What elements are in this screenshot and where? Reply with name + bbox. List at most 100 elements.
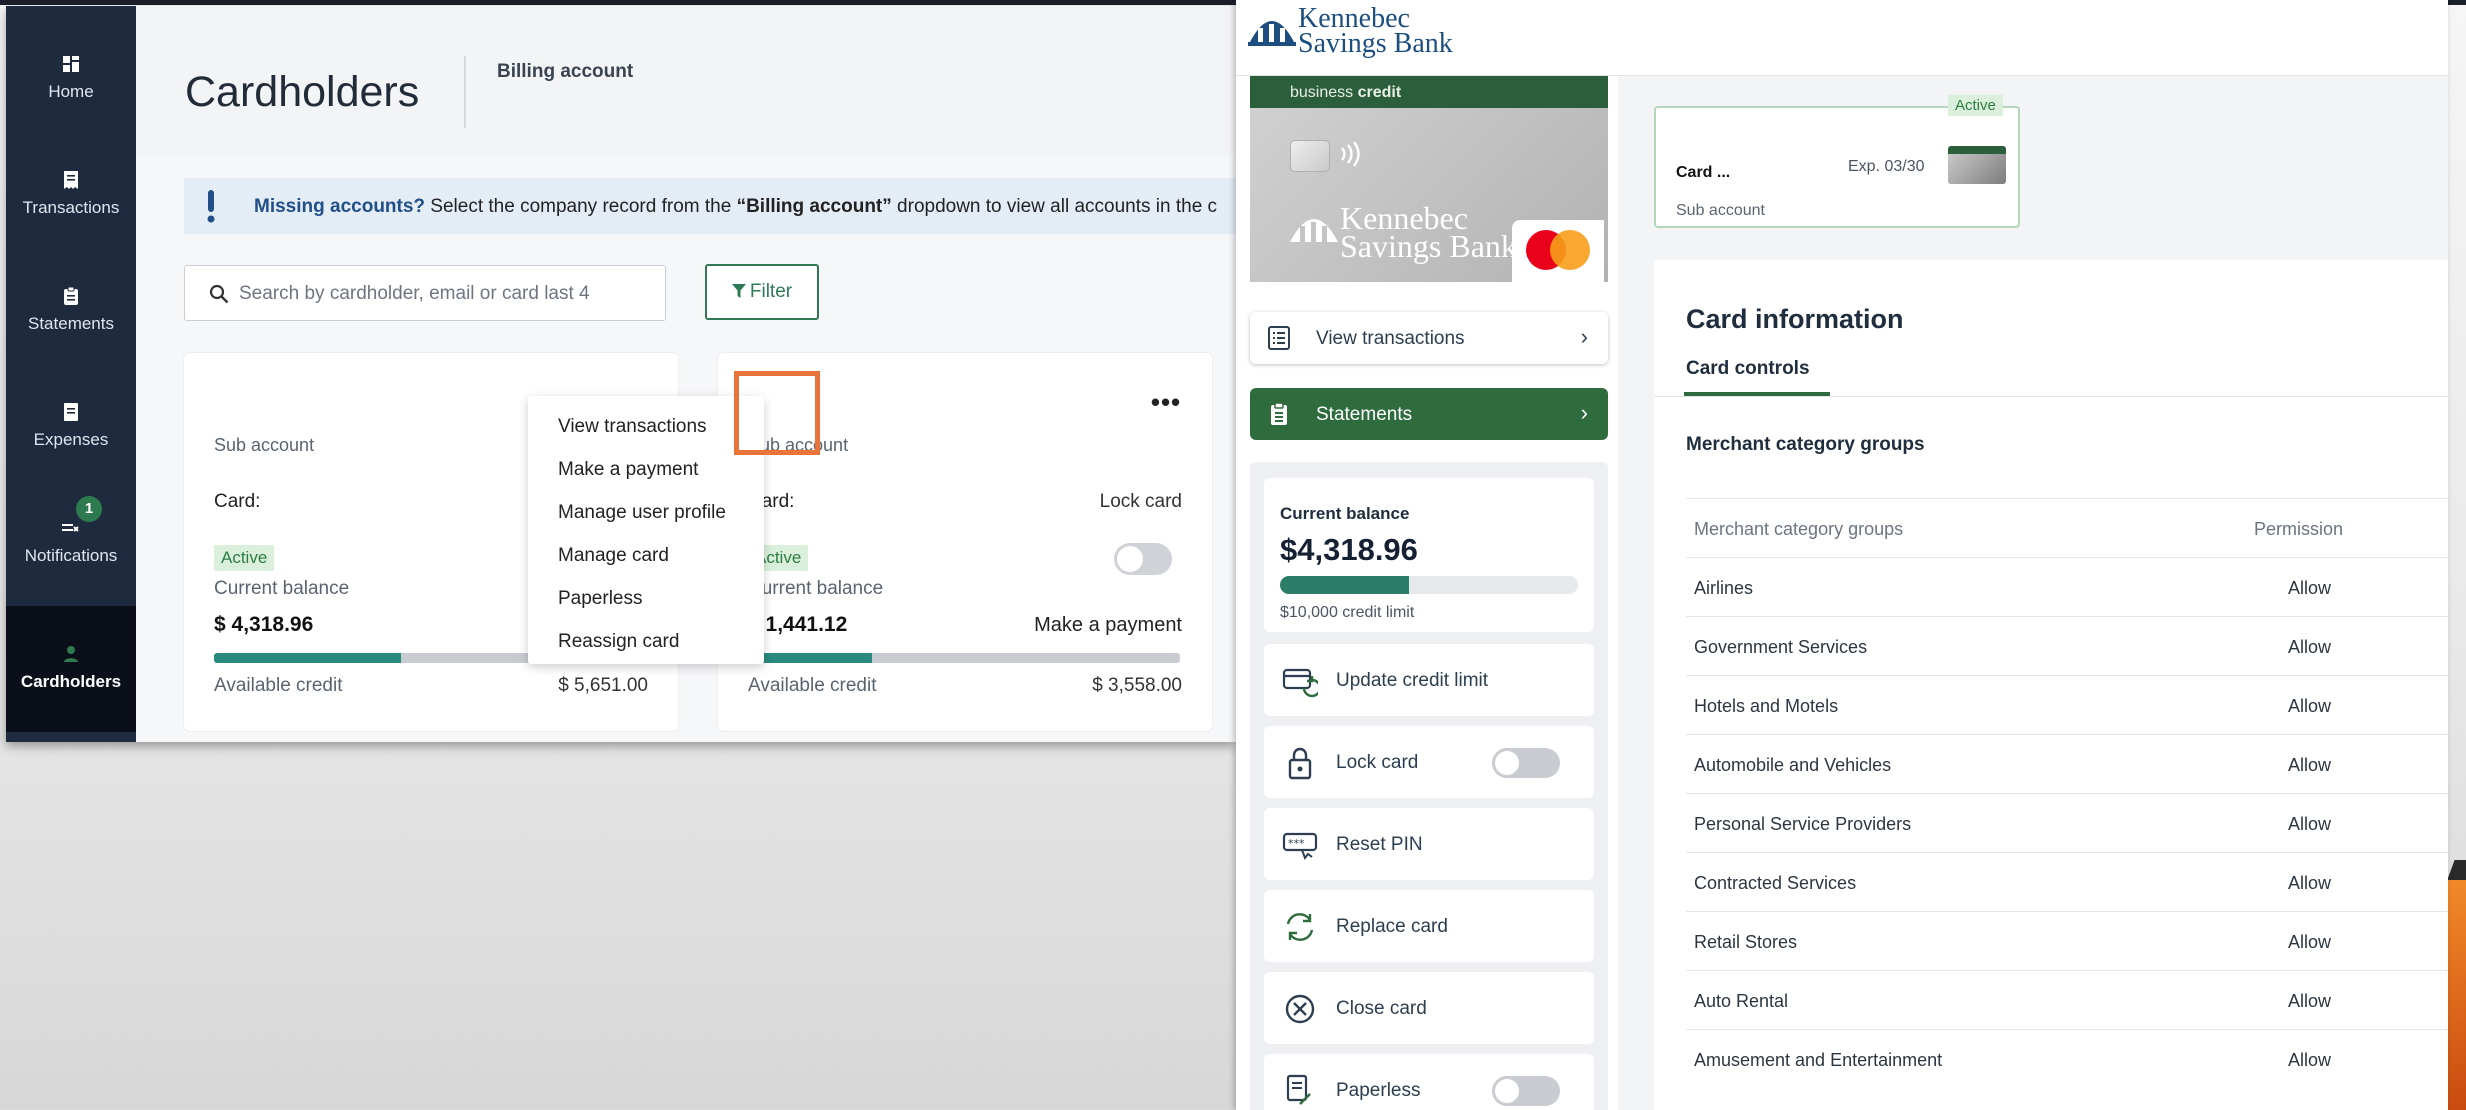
permission-value: Allow [2288, 696, 2332, 716]
menu-item-reassign-card[interactable]: Reassign card [558, 631, 679, 653]
notification-badge: 1 [76, 496, 102, 522]
balance-progress-fill [748, 653, 873, 663]
card-name: Card ... [1676, 164, 1731, 181]
current-balance-value: $ 4,318.96 [214, 613, 314, 636]
group-name: Contracted Services [1694, 873, 1857, 893]
sidebar-item-label: Statements [28, 314, 114, 333]
chevron-right-icon: › [1580, 400, 1588, 425]
table-row[interactable]: Personal Service Providers Allow [1686, 793, 2448, 852]
tab-card-controls[interactable]: Card controls [1686, 358, 1810, 380]
contactless-icon [1341, 141, 1360, 167]
group-name: Personal Service Providers [1694, 814, 1912, 834]
close-card-action[interactable]: Close card [1264, 972, 1594, 1044]
table-row[interactable]: Automobile and Vehicles Allow [1686, 734, 2448, 793]
group-name: Auto Rental [1694, 991, 1789, 1011]
card-bank-name: Kennebec Savings Bank [1340, 202, 1517, 264]
table-row[interactable]: Airlines Allow [1686, 557, 2448, 616]
bank-header: Kennebec Savings Bank [1236, 0, 2448, 76]
view-transactions-label: View transactions [1316, 328, 1465, 349]
chip-icon [1290, 140, 1330, 172]
status-badge: Active [214, 545, 275, 571]
paperless-toggle[interactable] [1492, 1076, 1560, 1106]
list-icon [1268, 326, 1290, 350]
sidebar-item-label: Expenses [33, 430, 109, 449]
mastercard-icon [1512, 220, 1604, 282]
table-row[interactable]: Hotels and Motels Allow [1686, 675, 2448, 734]
chevron-right-icon: › [1580, 324, 1588, 349]
menu-item-manage-card[interactable]: Manage card [558, 545, 669, 567]
bank-logo-icon [1248, 21, 1296, 46]
people-icon [64, 646, 78, 662]
banner-text-2: dropdown to view all accounts in the c [891, 196, 1218, 217]
header-divider [464, 56, 466, 128]
view-transactions-button[interactable]: View transactions › [1250, 312, 1608, 364]
lock-card-toggle[interactable] [1492, 748, 1560, 778]
permission-value: Allow [2288, 814, 2332, 834]
sidebar: Home Transactions Statements Expenses 1 … [6, 6, 136, 742]
menu-item-view-transactions[interactable]: View transactions [558, 416, 707, 438]
sidebar-item-transactions[interactable]: Transactions [6, 132, 136, 242]
permission-value: Allow [2288, 1050, 2332, 1070]
current-balance-label: Current balance [214, 578, 350, 599]
card-label: Card: [214, 491, 261, 512]
table-row[interactable]: Government Services Allow [1686, 616, 2448, 675]
selected-card-summary[interactable]: Active Card ... Exp. 03/30 Sub account [1654, 95, 2020, 228]
sidebar-item-statements[interactable]: Statements [6, 248, 136, 358]
highlight-box [734, 371, 820, 455]
banner-text: Missing accounts? Select the company rec… [254, 196, 1217, 218]
action-label: Update credit limit [1336, 670, 1489, 691]
action-label: Close card [1336, 998, 1427, 1019]
menu-item-make-payment[interactable]: Make a payment [558, 459, 698, 481]
search-box [184, 265, 666, 321]
update-credit-limit-action[interactable]: Update credit limit [1264, 644, 1594, 716]
sidebar-item-home[interactable]: Home [6, 16, 136, 126]
statements-button[interactable]: Statements › [1250, 388, 1608, 440]
page-header: Cardholders Billing account [136, 6, 1236, 156]
permission-value: Allow [2288, 637, 2332, 657]
dashboard-icon [63, 56, 79, 72]
status-badge: Active [1948, 95, 2003, 116]
paperless-action[interactable]: Paperless [1264, 1054, 1594, 1110]
table-row[interactable]: Amusement and Entertainment Allow [1686, 1029, 2448, 1088]
cardholders-panel: Home Transactions Statements Expenses 1 … [6, 6, 1236, 742]
more-options-button[interactable]: ••• [1146, 389, 1186, 425]
current-balance-label: Current balance [1280, 504, 1410, 523]
sidebar-item-label: Notifications [24, 546, 118, 565]
lock-card-action[interactable]: Lock card [1264, 726, 1594, 798]
make-payment-link[interactable]: Make a payment [1034, 614, 1182, 637]
group-name: Government Services [1694, 637, 1868, 657]
exclamation-icon [207, 190, 215, 223]
available-credit-value: $ 5,651.00 [558, 675, 648, 696]
action-label: Lock card [1336, 752, 1419, 773]
table-row[interactable]: Contracted Services Allow [1686, 852, 2448, 911]
bell-list-icon [62, 524, 79, 532]
banner-bold-1: Missing accounts? [254, 196, 426, 217]
filter-button[interactable]: Filter [705, 264, 819, 320]
replace-card-action[interactable]: Replace card [1264, 890, 1594, 962]
table-row[interactable]: Auto Rental Allow [1686, 970, 2448, 1029]
bank-logo-text: Kennebec Savings Bank [1298, 5, 1453, 59]
menu-item-manage-user-profile[interactable]: Manage user profile [558, 502, 726, 524]
subsection-title: Merchant category groups [1686, 434, 1925, 455]
menu-item-paperless[interactable]: Paperless [558, 588, 643, 610]
credit-usage-fill [1280, 576, 1409, 594]
lock-card-toggle[interactable] [1114, 543, 1172, 575]
card-details-column: Active Card ... Exp. 03/30 Sub account C… [1618, 76, 2448, 1110]
card-bank-line-2: Savings Bank [1340, 228, 1517, 264]
merchant-category-table: Merchant category groups Permission Airl… [1686, 498, 2448, 1088]
search-icon [209, 284, 229, 304]
sidebar-item-notifications[interactable]: 1 Notifications [6, 480, 136, 590]
billing-account-selector[interactable]: Billing account [497, 61, 633, 83]
statements-label: Statements [1316, 404, 1413, 425]
search-input[interactable] [239, 280, 649, 308]
sidebar-item-cardholders[interactable]: Cardholders [6, 606, 136, 732]
document-icon [64, 403, 78, 421]
bank-name-line-2: Savings Bank [1298, 28, 1453, 59]
table-row[interactable]: Retail Stores Allow [1686, 911, 2448, 970]
reset-pin-action[interactable]: *** Reset PIN [1264, 808, 1594, 880]
sidebar-item-label: Home [48, 82, 94, 101]
sidebar-item-expenses[interactable]: Expenses [6, 364, 136, 474]
svg-text:***: *** [1288, 837, 1305, 850]
pin-icon: *** [1282, 832, 1318, 861]
sidebar-item-label: Transactions [22, 198, 120, 217]
